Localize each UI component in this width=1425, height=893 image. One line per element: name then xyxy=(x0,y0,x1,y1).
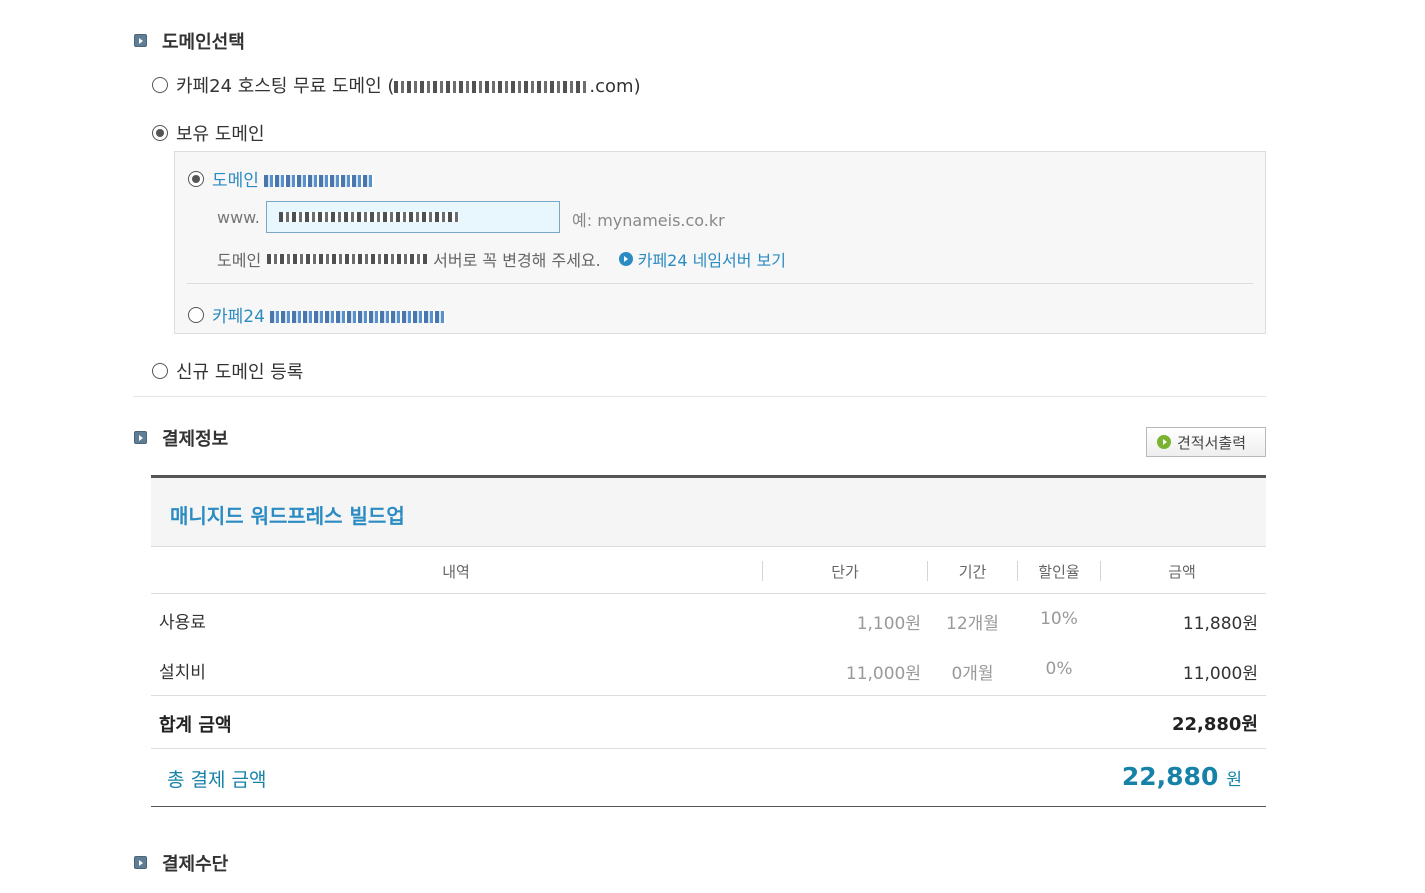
free-domain-label-suffix: .com) xyxy=(589,76,641,97)
row-period: 12개월 xyxy=(946,614,999,634)
redacted-text-icon xyxy=(264,175,375,187)
col-header-amount: 금액 xyxy=(1168,563,1196,581)
row-period: 0개월 xyxy=(951,664,994,684)
print-quote-label: 견적서출력 xyxy=(1177,433,1247,452)
product-header: 매니지드 워드프레스 빌드업 xyxy=(151,478,1266,547)
total-unit: 원 xyxy=(1226,770,1242,790)
row-unit-price: 11,000원 xyxy=(845,664,921,684)
nameserver-text-prefix: 도메인 xyxy=(217,251,262,270)
total-value: 22,880 xyxy=(1121,762,1219,791)
col-header-discount: 할인율 xyxy=(1038,563,1080,581)
product-name: 매니지드 워드프레스 빌드업 xyxy=(170,504,405,528)
connect-domain-label: 도메인 xyxy=(212,171,259,191)
nameserver-link[interactable]: 카페24 네임서버 보기 xyxy=(618,247,787,271)
subtotal-label: 합계 금액 xyxy=(159,715,232,736)
row-amount: 11,000원 xyxy=(1182,664,1258,684)
arrow-circle-icon xyxy=(618,252,633,266)
free-domain-label-prefix: 카페24 호스팅 무료 도메인 ( xyxy=(176,76,395,97)
section-divider xyxy=(133,396,1266,397)
row-item: 사용료 xyxy=(159,613,206,633)
owned-domain-radio[interactable] xyxy=(152,125,168,141)
method-section-title: 결제수단 xyxy=(162,854,229,875)
cafe24-domain-radio[interactable] xyxy=(188,306,204,323)
redacted-input-value-icon xyxy=(278,212,459,222)
table-row: 사용료 1,100원 12개월 10% 11,880원 xyxy=(151,595,1266,645)
redacted-text-icon xyxy=(270,311,446,323)
col-header-item: 내역 xyxy=(442,563,470,581)
total-row: 총 결제 금액 22,880 원 xyxy=(151,750,1266,807)
subtotal-row: 합계 금액 22,880원 xyxy=(151,696,1266,749)
section-arrow-icon xyxy=(134,856,147,869)
nameserver-link-label: 카페24 네임서버 보기 xyxy=(637,251,787,270)
total-label: 총 결제 금액 xyxy=(167,769,267,791)
col-header-unit-price: 단가 xyxy=(831,563,859,581)
redacted-nameserver-icon xyxy=(267,254,428,264)
new-domain-option[interactable]: 신규 도메인 등록 xyxy=(152,358,303,384)
free-domain-option[interactable]: 카페24 호스팅 무료 도메인 ( .com) xyxy=(152,72,641,98)
connect-domain-option[interactable]: 도메인 xyxy=(188,166,375,191)
subtotal-value: 22,880원 xyxy=(1171,714,1258,735)
redacted-domain-icon xyxy=(394,81,590,93)
divider xyxy=(187,283,1253,284)
row-unit-price: 1,100원 xyxy=(856,614,921,634)
payment-section-title: 결제정보 xyxy=(162,429,229,450)
example-hint: 예: mynameis.co.kr xyxy=(572,211,725,230)
print-quote-button[interactable]: 견적서출력 xyxy=(1146,427,1266,457)
connect-domain-radio[interactable] xyxy=(188,170,204,187)
row-discount: 0% xyxy=(1045,659,1073,679)
section-arrow-icon xyxy=(134,34,147,47)
www-prefix: www. xyxy=(217,207,260,227)
col-header-period: 기간 xyxy=(958,563,987,581)
domain-input[interactable] xyxy=(265,201,560,233)
cafe24-domain-label: 카페24 xyxy=(212,307,265,327)
new-domain-label: 신규 도메인 등록 xyxy=(176,362,304,383)
row-amount: 11,880원 xyxy=(1182,614,1258,634)
section-arrow-icon xyxy=(134,431,147,444)
table-row: 설치비 11,000원 0개월 0% 11,000원 xyxy=(151,645,1266,695)
free-domain-radio[interactable] xyxy=(152,77,168,93)
domain-section-title: 도메인선택 xyxy=(162,32,245,53)
nameserver-text-suffix: 서버로 꼭 변경해 주세요. xyxy=(433,251,601,270)
owned-domain-label: 보유 도메인 xyxy=(176,124,265,145)
owned-domain-subpanel: 도메인 www. 예: mynameis.co.kr 도메인 서버로 꼭 변경해… xyxy=(174,151,1266,334)
arrow-circle-icon xyxy=(1157,435,1171,449)
row-item: 설치비 xyxy=(159,663,206,683)
table-header-row: 내역 단가 기간 할인율 금액 xyxy=(151,548,1266,594)
new-domain-radio[interactable] xyxy=(152,363,168,379)
owned-domain-option[interactable]: 보유 도메인 xyxy=(152,120,265,146)
row-discount: 10% xyxy=(1040,609,1078,629)
cafe24-domain-option[interactable]: 카페24 xyxy=(188,302,446,327)
